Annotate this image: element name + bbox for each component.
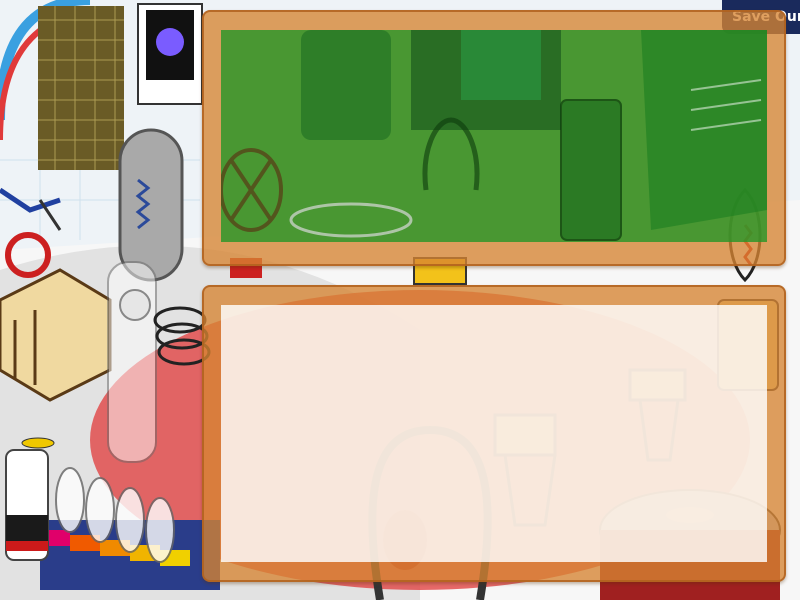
bottom-panel-frame bbox=[202, 285, 786, 582]
top-panel-content bbox=[219, 20, 767, 242]
bottom-panel-content bbox=[221, 305, 767, 562]
top-panel-scene bbox=[219, 20, 767, 241]
top-panel-frame bbox=[202, 10, 786, 266]
